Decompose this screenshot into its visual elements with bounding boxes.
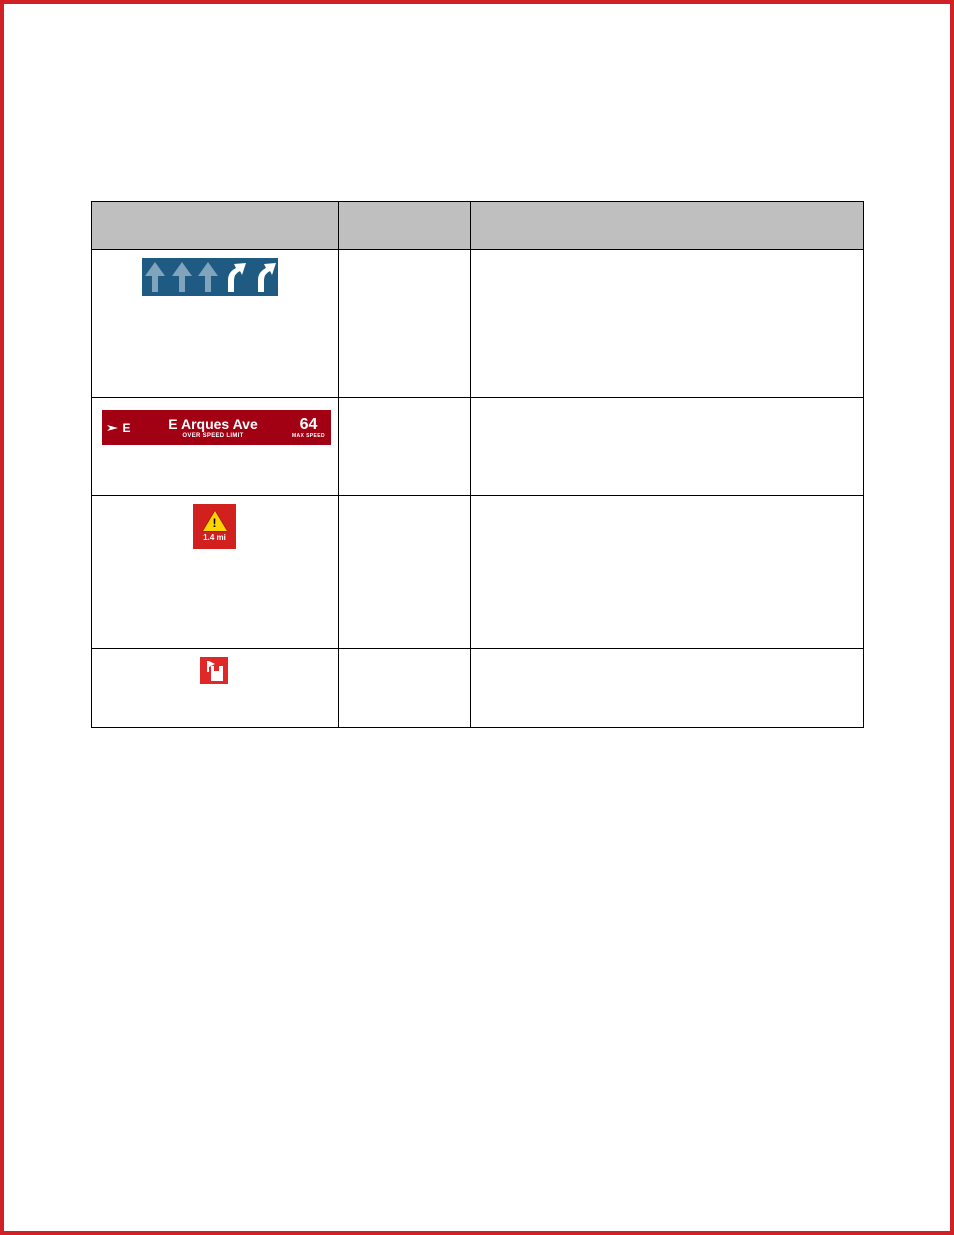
table-row: ! 1.4 mi bbox=[92, 496, 864, 649]
name-cell bbox=[339, 496, 471, 649]
name-cell bbox=[339, 398, 471, 496]
lane-straight-icon bbox=[195, 262, 218, 292]
exclamation-icon: ! bbox=[212, 517, 218, 529]
icon-cell bbox=[92, 649, 339, 728]
compass-arrow-icon bbox=[107, 423, 119, 433]
traffic-warning-icon: ! 1.4 mi bbox=[193, 504, 236, 549]
speed-right: 64 MAX SPEED bbox=[290, 417, 331, 439]
desc-cell bbox=[471, 398, 864, 496]
name-cell bbox=[339, 649, 471, 728]
name-cell bbox=[339, 250, 471, 398]
legend-table: E E Arques Ave OVER SPEED LIMIT 64 MAX S… bbox=[91, 201, 864, 728]
lane-right-icon bbox=[252, 262, 278, 292]
desc-cell bbox=[471, 250, 864, 398]
lane-straight-icon bbox=[142, 262, 165, 292]
warning-triangle-icon: ! bbox=[203, 511, 227, 531]
speed-value: 64 bbox=[290, 417, 327, 433]
table-row: E E Arques Ave OVER SPEED LIMIT 64 MAX S… bbox=[92, 398, 864, 496]
max-speed-label: MAX SPEED bbox=[290, 434, 327, 439]
desc-cell bbox=[471, 496, 864, 649]
header-cell-name bbox=[339, 202, 471, 250]
over-speed-label: OVER SPEED LIMIT bbox=[136, 433, 290, 439]
table-row bbox=[92, 649, 864, 728]
compass-indicator: E bbox=[102, 421, 136, 435]
icon-cell: E E Arques Ave OVER SPEED LIMIT 64 MAX S… bbox=[92, 398, 339, 496]
warning-distance: 1.4 mi bbox=[203, 533, 226, 542]
header-cell-desc bbox=[471, 202, 864, 250]
lane-straight-icon bbox=[169, 262, 192, 292]
desc-cell bbox=[471, 649, 864, 728]
flag-marker-icon bbox=[200, 657, 228, 684]
icon-cell: ! 1.4 mi bbox=[92, 496, 339, 649]
table-header-row bbox=[92, 202, 864, 250]
header-cell-icon bbox=[92, 202, 339, 250]
table-row bbox=[92, 250, 864, 398]
compass-dir: E bbox=[122, 421, 130, 435]
road-name: E Arques Ave bbox=[136, 417, 290, 431]
page-frame: E E Arques Ave OVER SPEED LIMIT 64 MAX S… bbox=[0, 0, 954, 1235]
lane-guidance-icon bbox=[142, 258, 278, 296]
lane-right-icon bbox=[222, 262, 248, 292]
speed-limit-bar-icon: E E Arques Ave OVER SPEED LIMIT 64 MAX S… bbox=[102, 410, 331, 445]
speed-center: E Arques Ave OVER SPEED LIMIT bbox=[136, 417, 290, 439]
icon-cell bbox=[92, 250, 339, 398]
